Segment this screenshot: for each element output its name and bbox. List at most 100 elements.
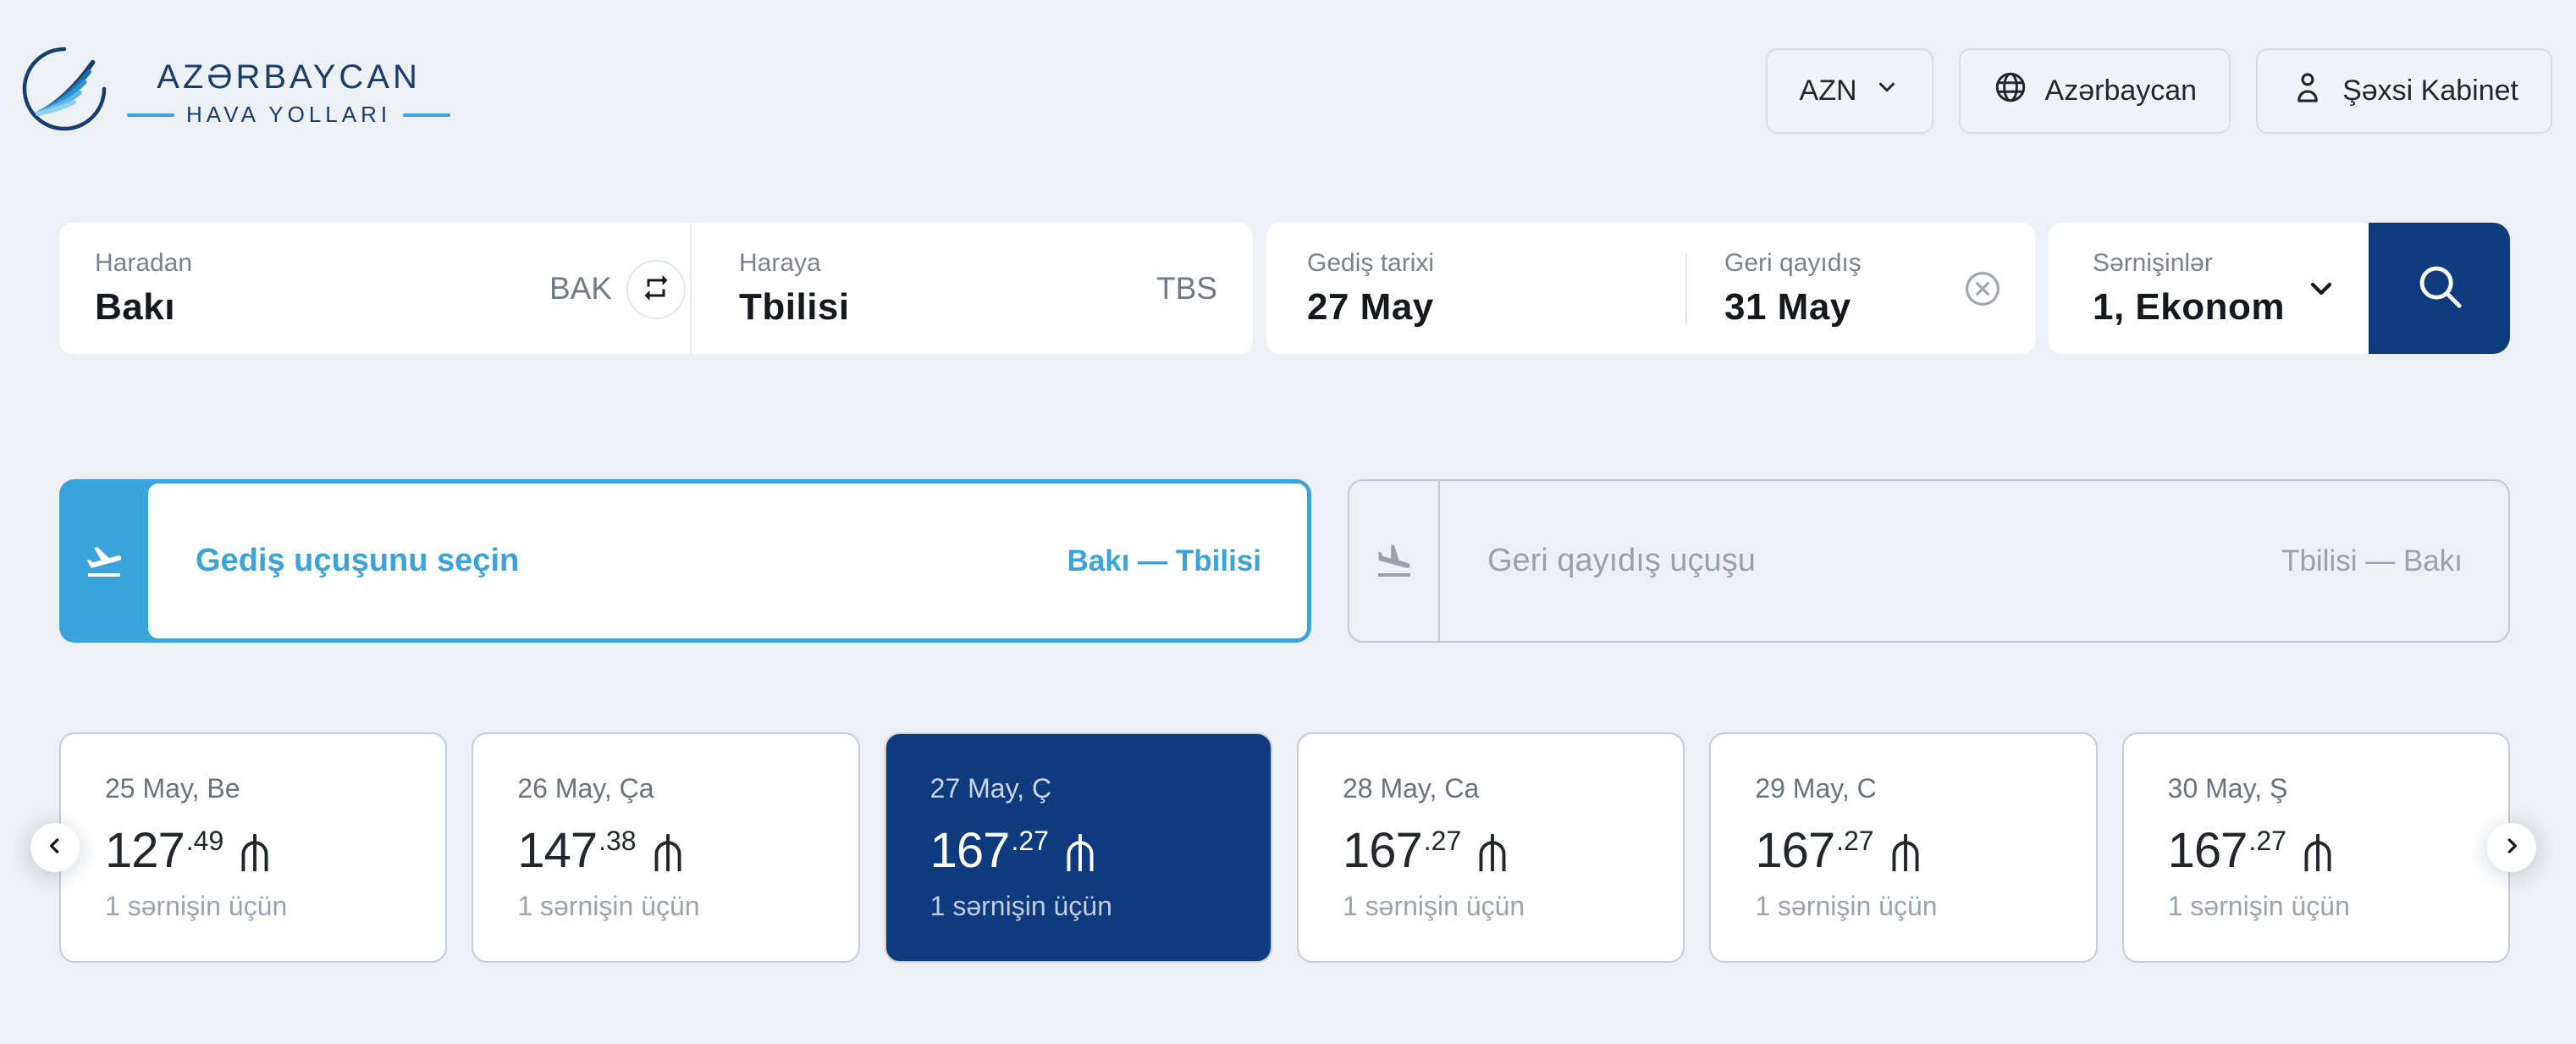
swap-icon [641,273,671,307]
date-card[interactable]: 26 May, Ça 147.38 1 sərnişin üçün [472,732,859,963]
tab-inbound-route: Tbilisi — Bakı [2281,544,2463,578]
chevron-left-icon [44,835,66,861]
tab-outbound-title: Gediş uçuşunu seçin [196,543,519,579]
tab-inbound-title: Geri qayıdış uçuşu [1487,543,1756,579]
page: AZƏRBAYCAN HAVA YOLLARI AZN [0,0,2576,1044]
depart-date-field[interactable]: Gediş tarixi 27 May [1266,223,1685,354]
return-date-value: 31 May [1724,286,1862,329]
header: AZƏRBAYCAN HAVA YOLLARI AZN [17,44,2552,137]
account-label: Şəxsi Kabinet [2342,75,2518,108]
price-integer: 127 [105,826,185,876]
date-card-price: 147.38 [517,826,858,876]
azal-logo: AZƏRBAYCAN HAVA YOLLARI [17,41,450,141]
date-card-note: 1 sərnişin üçün [517,891,858,922]
chevron-right-icon [2501,835,2523,861]
search-flights-button[interactable] [2369,223,2510,354]
date-card[interactable]: 27 May, Ç 167.27 1 sərnişin üçün [885,732,1272,963]
date-card-price: 127.49 [105,826,445,876]
tab-outbound-body: Gediş uçuşunu seçin Bakı — Tbilisi [148,483,1307,638]
logo-line1: AZƏRBAYCAN [157,58,421,97]
tab-inbound-body: Geri qayıdış uçuşu Tbilisi — Bakı [1440,481,2508,641]
swap-direction-button[interactable] [626,260,686,319]
carousel-prev-button[interactable] [30,823,80,872]
depart-date-label: Gediş tarixi [1307,249,1434,278]
passengers-value: 1, Ekonom [2093,286,2285,329]
date-card-note: 1 sərnişin üçün [1343,891,1683,922]
price-integer: 167 [1755,826,1834,876]
date-card[interactable]: 29 May, C 167.27 1 sərnişin üçün [1709,732,2097,963]
origin-label: Haradan [95,249,192,278]
date-card-label: 27 May, Ç [930,773,1271,804]
date-card-label: 29 May, C [1755,773,2095,804]
price-integer: 167 [930,826,1010,876]
logo-line2: HAVA YOLLARI [127,102,450,128]
logo-dash-right [403,113,450,117]
clear-return-date-button[interactable] [1962,268,2003,309]
date-card-label: 30 May, Ş [2168,773,2508,804]
currency-label: AZN [1800,75,1857,108]
date-card[interactable]: 30 May, Ş 167.27 1 sərnişin üçün [2122,732,2510,963]
price-decimals: .27 [1836,826,1873,857]
manat-sign-icon [1064,834,1096,876]
date-card-note: 1 sərnişin üçün [930,891,1271,922]
price-decimals: .38 [598,826,636,857]
manat-sign-icon [239,834,271,876]
manat-sign-icon [1476,834,1509,876]
return-date-label: Geri qayıdış [1724,249,1862,278]
destination-label: Haraya [739,249,850,278]
date-card-price: 167.27 [930,826,1271,876]
date-card[interactable]: 25 May, Be 127.49 1 sərnişin üçün [59,732,447,963]
date-card-label: 28 May, Ca [1343,773,1683,804]
azal-wing-icon [17,41,112,141]
logo-wordmark: AZƏRBAYCAN HAVA YOLLARI [127,58,450,128]
language-label: Azərbaycan [2045,75,2198,108]
date-card[interactable]: 28 May, Ca 167.27 1 sərnişin üçün [1297,732,1685,963]
passengers-field[interactable]: Sərnişinlər 1, Ekonom [2049,223,2369,354]
flight-land-icon [1349,481,1440,641]
origin-value: Bakı [95,286,192,329]
manat-sign-icon [652,834,684,876]
carousel-next-button[interactable] [2487,823,2536,872]
tab-outbound-route: Bakı — Tbilisi [1067,544,1262,578]
chevron-down-icon [2304,272,2338,306]
date-card-note: 1 sərnişin üçün [105,891,445,922]
price-decimals: .49 [186,826,223,857]
tab-inbound[interactable]: Geri qayıdış uçuşu Tbilisi — Bakı [1348,479,2510,643]
destination-field[interactable]: Haraya Tbilisi TBS [690,223,1253,354]
globe-icon [1993,69,2028,113]
date-card-note: 1 sərnişin üçün [1755,891,2095,922]
logo-dash-left [127,113,174,117]
date-card-note: 1 sərnişin üçün [2168,891,2508,922]
date-card-price: 167.27 [2168,826,2508,876]
language-selector[interactable]: Azərbaycan [1959,48,2231,134]
date-card-price: 167.27 [1755,826,2095,876]
price-decimals: .27 [1424,826,1461,857]
price-integer: 167 [2168,826,2248,876]
price-decimals: .27 [2248,826,2286,857]
chevron-down-icon [1874,75,1900,108]
date-card-label: 25 May, Be [105,773,445,804]
destination-value: Tbilisi [739,286,850,329]
return-date-field[interactable]: Geri qayıdış 31 May [1687,223,2035,354]
logo-line2-text: HAVA YOLLARI [186,102,391,128]
account-button[interactable]: Şəxsi Kabinet [2256,48,2552,134]
flight-takeoff-icon [59,479,148,643]
person-icon [2290,69,2325,113]
origin-airport-code: BAK [549,271,612,307]
header-actions: AZN Azərbaycan [1766,48,2552,134]
date-card-price: 167.27 [1343,826,1683,876]
date-card-label: 26 May, Ça [517,773,858,804]
origin-field[interactable]: Haradan Bakı BAK [59,223,690,354]
destination-airport-code: TBS [1156,271,1217,307]
flight-search-bar: Haradan Bakı BAK Haraya Tbilisi TBS [59,223,2510,354]
price-integer: 147 [517,826,597,876]
currency-selector[interactable]: AZN [1766,48,1933,134]
passengers-search-block: Sərnişinlər 1, Ekonom [2049,223,2510,354]
tab-outbound[interactable]: Gediş uçuşunu seçin Bakı — Tbilisi [59,479,1311,643]
search-icon [2413,260,2466,317]
date-card-row: 25 May, Be 127.49 1 sərnişin üçün 26 May… [59,732,2510,963]
manat-sign-icon [2302,834,2334,876]
manat-sign-icon [1889,834,1922,876]
direction-tabs: Gediş uçuşunu seçin Bakı — Tbilisi Geri … [59,479,2510,643]
locations-block: Haradan Bakı BAK Haraya Tbilisi TBS [59,223,1253,354]
